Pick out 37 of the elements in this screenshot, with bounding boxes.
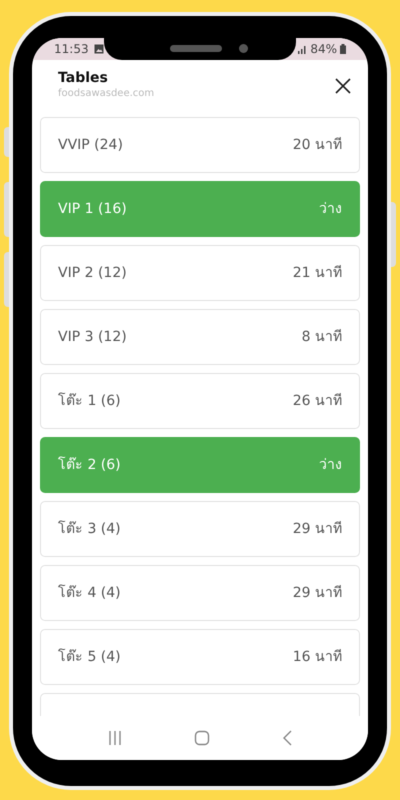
recent-apps-icon[interactable]	[107, 730, 124, 746]
table-card[interactable]: VIP 3 (12) 8 นาที	[40, 309, 360, 365]
home-icon[interactable]	[194, 730, 210, 746]
table-card[interactable]: โต๊ะ 1 (6) 26 นาที	[40, 373, 360, 429]
table-card[interactable]: โต๊ะ 3 (4) 29 นาที	[40, 501, 360, 557]
page-subtitle: foodsawasdee.com	[58, 87, 154, 101]
table-card[interactable]: VIP 2 (12) 21 นาที	[40, 245, 360, 301]
battery-icon	[340, 44, 346, 54]
table-card[interactable]: โต๊ะ 5 (4) 16 นาที	[40, 629, 360, 685]
table-status: ว่าง	[319, 456, 342, 474]
table-name: VIP 2 (12)	[58, 264, 127, 282]
page-title: Tables	[58, 69, 109, 87]
status-time: 11:53	[54, 41, 89, 58]
table-status: ว่าง	[319, 200, 342, 218]
table-name: โต๊ะ 2 (6)	[58, 456, 121, 474]
table-name: VVIP (24)	[58, 136, 123, 154]
table-status: 26 นาที	[292, 392, 342, 410]
speaker-grille	[170, 45, 222, 52]
table-status: 29 นาที	[292, 520, 342, 538]
table-status: 29 นาที	[292, 584, 342, 602]
table-card[interactable]: โต๊ะ 4 (4) 29 นาที	[40, 565, 360, 621]
table-status: 16 นาที	[292, 648, 342, 666]
signal-icon	[298, 44, 308, 54]
table-name: โต๊ะ 5 (4)	[58, 648, 121, 666]
table-status: 20 นาที	[292, 136, 342, 154]
image-icon	[94, 44, 104, 54]
table-name: โต๊ะ 3 (4)	[58, 520, 121, 538]
table-status: 21 นาที	[292, 264, 342, 282]
table-name: โต๊ะ 4 (4)	[58, 584, 121, 602]
table-name: VIP 3 (12)	[58, 328, 127, 346]
battery-percent: 84%	[310, 41, 337, 58]
table-status: 8 นาที	[302, 328, 342, 346]
table-name: VIP 1 (16)	[58, 200, 127, 218]
table-name: โต๊ะ 1 (6)	[58, 392, 121, 410]
back-icon[interactable]	[280, 730, 293, 746]
table-card[interactable]: VVIP (24) 20 นาที	[40, 117, 360, 173]
close-icon[interactable]	[334, 77, 352, 95]
